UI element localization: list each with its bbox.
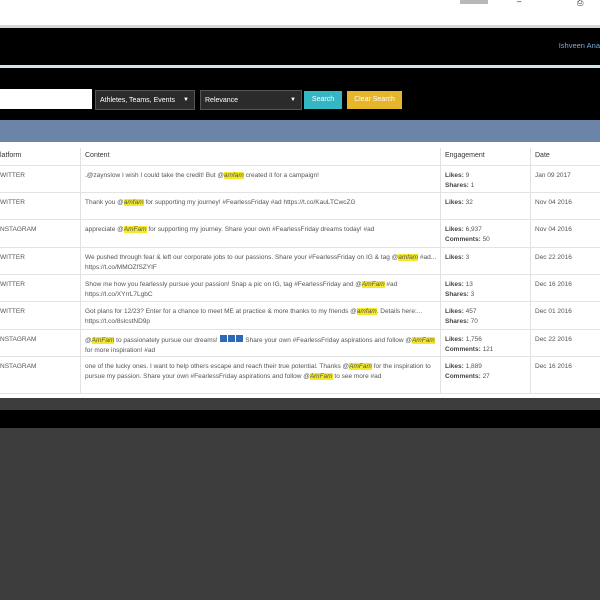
keyword-highlight[interactable]: AmFam	[309, 373, 333, 380]
engagement-cell: Likes: 3	[445, 254, 470, 261]
platform-cell: NSTAGRAM	[0, 226, 37, 233]
clear-search-button[interactable]: Clear Search	[347, 91, 402, 109]
keyword-highlight[interactable]: amfam	[356, 308, 377, 315]
date-cell: Nov 04 2016	[535, 199, 572, 206]
engagement-cell: Likes: 1,889 Comments: 27	[445, 363, 490, 380]
platform-cell: WITTER	[0, 281, 25, 288]
content-cell: one of the lucky ones. I want to help ot…	[85, 363, 431, 380]
content-cell: Show me how you fearlessly pursue your p…	[85, 281, 398, 298]
date-cell: Dec 22 2016	[535, 254, 572, 261]
header-content[interactable]: Content	[85, 152, 437, 159]
emoji-icon	[219, 335, 227, 342]
content-cell: @AmFam to passionately pursue our dreams…	[85, 335, 435, 354]
date-cell: Dec 22 2016	[535, 336, 572, 343]
emoji-icon	[227, 335, 235, 342]
platform-cell: WITTER	[0, 308, 25, 315]
keyword-highlight[interactable]: AmFam	[123, 226, 147, 233]
category-select-value: Athletes, Teams, Events	[100, 97, 175, 104]
header-date[interactable]: Date	[535, 152, 550, 159]
table-row[interactable]: WITTER .@zaynslow I wish I could take the…	[0, 166, 600, 193]
engagement-cell: Likes: 457 Shares: 70	[445, 308, 478, 325]
date-cell: Jan 09 2017	[535, 172, 571, 179]
table-row[interactable]: WITTER Got plans for 12/23? Enter for a c…	[0, 302, 600, 330]
platform-cell: NSTAGRAM	[0, 363, 37, 370]
date-cell: Dec 16 2016	[535, 363, 572, 370]
platform-cell: WITTER	[0, 199, 25, 206]
platform-cell: WITTER	[0, 172, 25, 179]
emoji-icon	[235, 335, 243, 342]
keyword-highlight[interactable]: AmFam	[349, 363, 372, 370]
keyword-highlight[interactable]: amfam	[398, 254, 419, 261]
content-cell: appreciate @AmFam for supporting my jour…	[85, 226, 375, 233]
search-button[interactable]: Search	[304, 91, 342, 109]
table-header-row: latform Content Engagement Date	[0, 148, 600, 166]
content-cell: .@zaynslow I wish I could take the credi…	[85, 172, 319, 179]
engagement-cell: Likes: 13 Shares: 3	[445, 281, 475, 298]
app-header	[0, 28, 600, 65]
engagement-cell: Likes: 9 Shares: 1	[445, 172, 475, 189]
date-cell: Nov 04 2016	[535, 226, 572, 233]
table-row[interactable]: WITTER Show me how you fearlessly pursue …	[0, 275, 600, 302]
content-cell: Got plans for 12/23? Enter for a chance …	[85, 308, 423, 325]
date-cell: Dec 16 2016	[535, 281, 572, 288]
keyword-highlight[interactable]: amfam	[223, 172, 244, 179]
keyword-highlight[interactable]: AmFam	[411, 337, 435, 344]
sort-select-value: Relevance	[205, 97, 239, 104]
minimize-icon[interactable]: –	[517, 0, 521, 6]
table-row[interactable]: NSTAGRAM appreciate @AmFam for supporting…	[0, 220, 600, 248]
browser-tab-button[interactable]	[460, 0, 488, 4]
engagement-cell: Likes: 32	[445, 199, 473, 206]
content-cell: Thank you @amfam for supporting my journ…	[85, 199, 356, 206]
table-row[interactable]: WITTER We pushed through fear & left our …	[0, 248, 600, 275]
search-input[interactable]	[0, 89, 92, 109]
header-platform[interactable]: latform	[0, 152, 21, 159]
sort-select[interactable]: Relevance ▼	[200, 90, 302, 110]
table-row[interactable]: NSTAGRAM one of the lucky ones. I want to…	[0, 357, 600, 394]
results-toolbar-band	[0, 120, 600, 142]
content-cell: We pushed through fear & left our corpor…	[85, 254, 437, 271]
category-select[interactable]: Athletes, Teams, Events ▼	[95, 90, 195, 110]
table-row[interactable]: WITTER Thank you @amfam for supporting my…	[0, 193, 600, 220]
chevron-down-icon: ▼	[290, 97, 296, 103]
keyword-highlight[interactable]: AmFam	[91, 337, 115, 344]
browser-chrome: – ⎙	[0, 0, 600, 28]
platform-cell: NSTAGRAM	[0, 336, 37, 343]
table-row[interactable]: NSTAGRAM @AmFam to passionately pursue ou…	[0, 330, 600, 357]
keyword-highlight[interactable]: AmFam	[361, 281, 385, 288]
date-cell: Dec 01 2016	[535, 308, 572, 315]
engagement-cell: Likes: 1,756 Comments: 121	[445, 336, 494, 353]
chevron-down-icon: ▼	[183, 97, 189, 103]
user-name-link[interactable]: Ishveen Ana	[559, 41, 600, 50]
keyword-highlight[interactable]: amfam	[123, 199, 144, 206]
footer-bar	[0, 410, 600, 428]
restore-icon[interactable]: ⎙	[577, 0, 583, 8]
header-engagement[interactable]: Engagement	[445, 152, 527, 159]
engagement-cell: Likes: 6,937 Comments: 50	[445, 226, 490, 243]
platform-cell: WITTER	[0, 254, 25, 261]
